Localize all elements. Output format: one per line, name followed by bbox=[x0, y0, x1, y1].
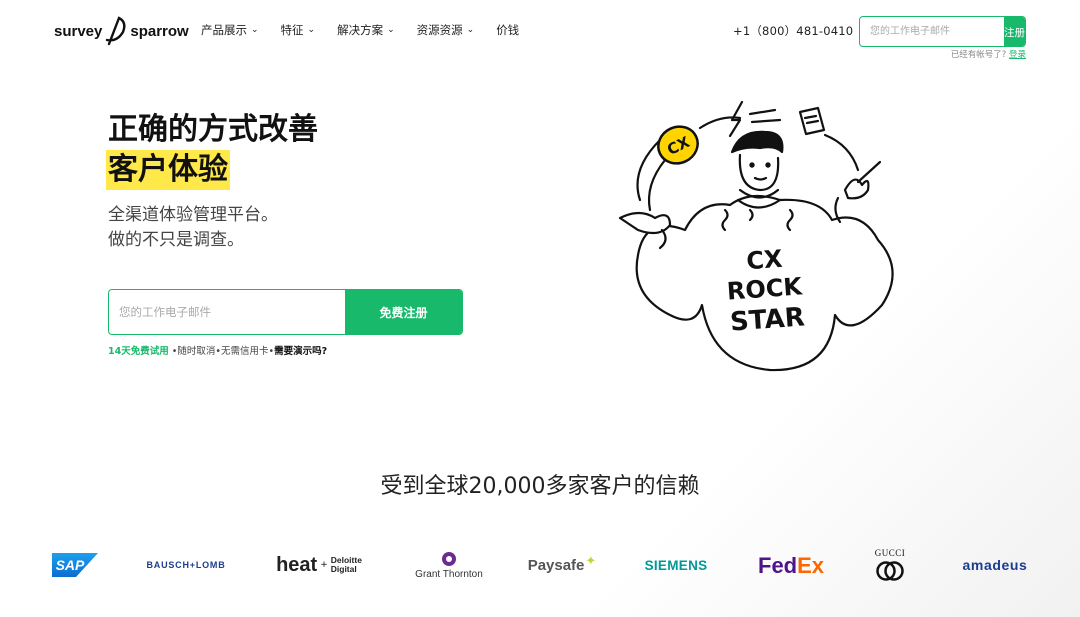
hero-title-line1: 正确的方式改善 bbox=[108, 112, 318, 147]
nav-solutions[interactable]: 解决方案 ⌄ bbox=[337, 22, 395, 38]
grant-thornton-logo: Grant Thornton bbox=[410, 540, 488, 590]
nav-label: 特征 bbox=[280, 23, 304, 37]
header-signup-form: 注册 bbox=[859, 16, 1026, 47]
phone-number[interactable]: +1（800）481-0410 bbox=[733, 23, 853, 39]
trial-text: 14天免费试用 bbox=[108, 346, 169, 357]
brand-left: survey bbox=[54, 22, 103, 40]
nav-features[interactable]: 特征 ⌄ bbox=[281, 22, 316, 38]
chevron-down-icon: ⌄ bbox=[466, 25, 475, 35]
trial-info: 14天免费试用 •随时取消•无需信用卡•需要演示吗? bbox=[108, 343, 327, 357]
svg-text:SAP: SAP bbox=[56, 557, 85, 573]
main-nav: 产品展示 ⌄ 特征 ⌄ 解决方案 ⌄ 资源资源 ⌄ 价钱 bbox=[201, 22, 541, 38]
nav-label: 价钱 bbox=[496, 23, 520, 37]
hero-title: 正确的方式改善 客户体验 bbox=[106, 110, 318, 190]
hero-subtitle-line1: 全渠道体验管理平台。 bbox=[108, 205, 278, 225]
hero-subtitle-line2: 做的不只是调查。 bbox=[108, 230, 244, 250]
rockstar-text-line3: STAR bbox=[729, 302, 806, 337]
hero-title-line2: 客户体验 bbox=[106, 150, 230, 190]
rockstar-text-line2: ROCK bbox=[726, 272, 804, 305]
hero-subtitle: 全渠道体验管理平台。 做的不只是调查。 bbox=[108, 203, 278, 253]
client-logos: SAP BAUSCH+LOMB heat + Deloitte Digital G… bbox=[0, 540, 1080, 590]
login-link[interactable]: 登录 bbox=[1009, 50, 1026, 60]
demo-link[interactable]: 需要演示吗? bbox=[274, 346, 327, 357]
nav-label: 资源资源 bbox=[416, 23, 463, 37]
chevron-down-icon: ⌄ bbox=[307, 25, 316, 35]
login-prompt: 已经有帐号了? 登录 bbox=[951, 48, 1026, 60]
trusted-by-heading: 受到全球20,000多家客户的信赖 bbox=[380, 474, 700, 499]
gucci-logo: GUCCI bbox=[866, 540, 914, 590]
heat-deloitte-logo: heat + Deloitte Digital bbox=[276, 553, 362, 576]
trial-perks: •随时取消•无需信用卡• bbox=[168, 346, 275, 357]
header-email-input[interactable] bbox=[860, 17, 1004, 46]
nav-label: 产品展示 bbox=[201, 23, 247, 37]
nav-products[interactable]: 产品展示 ⌄ bbox=[201, 22, 259, 38]
svg-text:FedEx: FedEx bbox=[758, 553, 824, 577]
hero-signup-form: 免费注册 bbox=[108, 289, 463, 335]
free-signup-button[interactable]: 免费注册 bbox=[345, 290, 462, 334]
bausch-lomb-logo: BAUSCH+LOMB bbox=[146, 560, 226, 570]
fedex-logo: FedEx bbox=[758, 540, 824, 590]
amadeus-logo: amadeus bbox=[962, 557, 1028, 573]
nav-pricing[interactable]: 价钱 bbox=[496, 22, 519, 38]
chevron-down-icon: ⌄ bbox=[251, 25, 259, 35]
hero-email-input[interactable] bbox=[109, 290, 345, 334]
have-account-text: 已经有帐号了? bbox=[950, 50, 1007, 60]
siemens-logo: SIEMENS bbox=[644, 557, 708, 573]
rockstar-text-line1: CX bbox=[745, 245, 783, 275]
sap-logo: SAP bbox=[52, 540, 98, 590]
chevron-down-icon: ⌄ bbox=[387, 25, 395, 35]
paysafe-logo: Paysafe ✦ bbox=[527, 553, 597, 574]
brand-logo[interactable]: survey sparrow bbox=[54, 14, 189, 48]
nav-resources[interactable]: 资源资源 ⌄ bbox=[417, 22, 475, 38]
nav-label: 解决方案 bbox=[337, 23, 384, 37]
sparrow-logo-icon bbox=[106, 16, 126, 46]
cx-rockstar-illustration: CX CX ROCK STAR bbox=[618, 100, 894, 372]
header-signup-button[interactable]: 注册 bbox=[1004, 17, 1025, 46]
brand-right: sparrow bbox=[130, 22, 189, 40]
